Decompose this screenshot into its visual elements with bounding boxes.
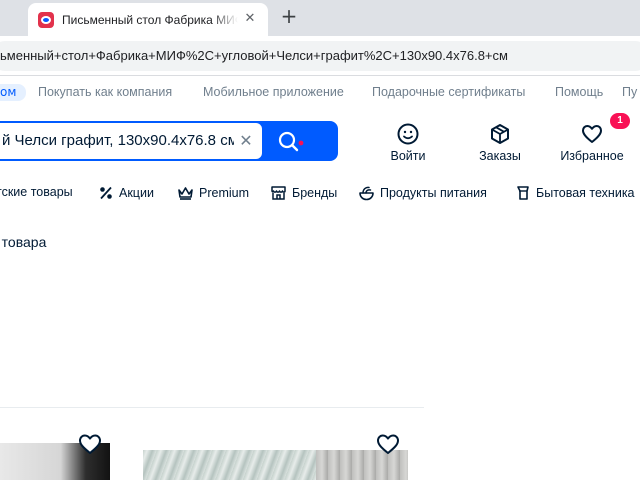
category-kids-label: тские товары <box>0 185 73 199</box>
category-nav: тские товары Акции Premium Бренды Продук… <box>0 180 640 208</box>
category-kids[interactable]: тские товары <box>0 185 73 199</box>
browser-tabstrip: Письменный стол Фабрика МИФ ✕ + <box>0 0 640 36</box>
login-button[interactable]: Войти <box>368 120 448 166</box>
url-text[interactable]: ьменный+стол+Фабрика+МИФ%2C+угловой+Челс… <box>0 48 508 63</box>
search-button[interactable] <box>270 129 310 155</box>
appliance-icon <box>517 186 529 200</box>
top-link-help[interactable]: Помощь <box>555 85 603 99</box>
heart-icon <box>582 125 602 143</box>
category-sales[interactable]: Акции <box>98 185 154 201</box>
search-field: й Челси графит, 130x90.4x76.8 см ✕ <box>0 123 262 159</box>
top-links-bar: ом Покупать как компания Мобильное прило… <box>0 76 640 108</box>
browser-tab[interactable]: Письменный стол Фабрика МИФ ✕ <box>28 3 268 36</box>
orders-label: Заказы <box>479 149 521 163</box>
category-brands-label: Бренды <box>292 186 338 200</box>
search-input[interactable]: й Челси графит, 130x90.4x76.8 см <box>2 123 234 159</box>
percent-icon <box>100 186 112 200</box>
category-food[interactable]: Продукты питания <box>358 185 487 201</box>
top-link-mobile-app[interactable]: Мобильное приложение <box>203 85 344 99</box>
new-tab-button[interactable]: + <box>278 6 300 28</box>
orders-button[interactable]: Заказы <box>460 120 540 166</box>
box-icon <box>491 124 509 144</box>
ozon-favicon-icon <box>38 11 54 28</box>
favorite-heart-icon[interactable] <box>78 433 102 455</box>
category-premium-label: Premium <box>199 186 250 200</box>
tab-title: Письменный стол Фабрика МИФ <box>62 12 238 27</box>
address-bar-row: ьменный+стол+Фабрика+МИФ%2C+угловой+Челс… <box>0 36 640 76</box>
address-bar[interactable]: ьменный+стол+Фабрика+МИФ%2C+угловой+Челс… <box>0 41 640 71</box>
top-link-business[interactable]: Покупать как компания <box>38 85 172 99</box>
category-premium[interactable]: Premium <box>177 185 249 201</box>
top-link-pill[interactable]: ом <box>0 84 27 101</box>
smiley-icon <box>397 123 419 145</box>
category-sales-label: Акции <box>119 186 154 200</box>
category-appliances[interactable]: Бытовая техника <box>515 185 635 201</box>
results-count: 3 товара <box>0 234 47 250</box>
product-image[interactable] <box>143 450 408 480</box>
category-appliances-label: Бытовая техника <box>536 186 635 200</box>
top-link-gift-cards[interactable]: Подарочные сертификаты <box>372 85 525 99</box>
category-brands[interactable]: Бренды <box>270 185 337 201</box>
login-label: Войти <box>390 149 426 163</box>
search-icon <box>278 131 304 152</box>
search-box: й Челси графит, 130x90.4x76.8 см ✕ <box>0 121 338 161</box>
favorites-label: Избранное <box>560 149 624 163</box>
close-tab-icon[interactable]: ✕ <box>242 11 258 27</box>
clear-search-icon[interactable]: ✕ <box>238 133 254 149</box>
favorites-count-badge: 1 <box>610 113 630 129</box>
store-icon <box>271 186 286 200</box>
section-divider <box>0 407 424 408</box>
favorite-heart-icon[interactable] <box>376 433 400 455</box>
top-link-pickup[interactable]: Пу <box>622 85 637 99</box>
category-food-label: Продукты питания <box>380 186 487 200</box>
crown-icon <box>178 187 193 200</box>
food-bowl-icon <box>359 186 374 201</box>
